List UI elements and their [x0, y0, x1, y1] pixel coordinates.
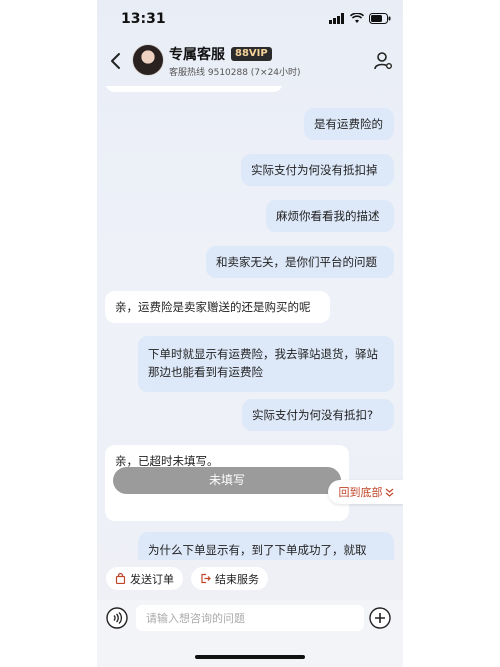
- phone-screen: 13:31 专属客服 88VIP 客服热线 9510288 (7×24小时) 是…: [97, 0, 403, 667]
- message-bubble[interactable]: 实际支付为何没有抵扣掉: [241, 154, 394, 186]
- scroll-to-bottom-button[interactable]: 回到底部: [328, 480, 403, 504]
- message-text: 实际支付为何没有抵扣掉: [251, 163, 378, 177]
- message-list[interactable]: 是有运费险的 实际支付为何没有抵扣掉 麻烦你看看我的描述 和卖家无关，是你们平台…: [97, 86, 403, 560]
- message-bubble[interactable]: 亲，已超时未填写。 未填写: [105, 445, 349, 521]
- send-order-button[interactable]: 发送订单: [106, 567, 183, 590]
- message-text: 实际支付为何没有抵扣?: [252, 408, 374, 422]
- message-text: 和卖家无关，是你们平台的问题: [216, 255, 377, 269]
- unfilled-button[interactable]: 未填写: [113, 467, 341, 494]
- message-bubble[interactable]: 亲，运费险是卖家赠送的还是购买的呢: [105, 291, 330, 323]
- exit-icon: [201, 573, 211, 584]
- end-service-button[interactable]: 结束服务: [191, 567, 268, 590]
- double-chevron-down-icon: [385, 488, 393, 497]
- message-bubble[interactable]: 和卖家无关，是你们平台的问题: [206, 246, 394, 278]
- bag-icon: [115, 573, 126, 584]
- send-order-label: 发送订单: [130, 572, 174, 586]
- quick-actions-bar: 发送订单 结束服务: [97, 560, 403, 600]
- status-bar: 13:31: [97, 0, 403, 38]
- message-bubble[interactable]: 为什么下单显示有，到了下单成功了，就取: [138, 532, 394, 560]
- home-indicator: [195, 655, 305, 659]
- battery-icon: [369, 13, 391, 24]
- scroll-to-bottom-label: 回到底部: [338, 486, 383, 499]
- message-text: 下单时就显示有运费险，我去驿站退货，驿站那边也能看到有运费险: [148, 347, 378, 379]
- profile-settings-icon[interactable]: [373, 51, 393, 71]
- composer: [97, 600, 403, 667]
- message-text: 是有运费险的: [314, 117, 383, 131]
- voice-icon[interactable]: [106, 607, 128, 629]
- chat-header: 专属客服 88VIP 客服热线 9510288 (7×24小时): [97, 38, 403, 86]
- hotline-text: 客服热线 9510288 (7×24小时): [169, 68, 301, 78]
- page-title: 专属客服: [169, 47, 225, 63]
- message-bubble[interactable]: 麻烦你看看我的描述: [266, 200, 394, 232]
- agent-avatar[interactable]: [132, 44, 164, 76]
- message-text: 麻烦你看看我的描述: [276, 209, 380, 223]
- wifi-icon: [350, 13, 364, 23]
- title-row: 专属客服 88VIP: [169, 44, 272, 64]
- message-input[interactable]: [136, 605, 364, 631]
- end-service-label: 结束服务: [215, 572, 259, 586]
- back-icon[interactable]: [107, 52, 125, 70]
- message-bubble[interactable]: 下单时就显示有运费险，我去驿站退货，驿站那边也能看到有运费险: [138, 336, 394, 392]
- message-text: 亲，运费险是卖家赠送的还是购买的呢: [115, 300, 311, 314]
- vip-badge: 88VIP: [231, 47, 272, 61]
- signal-icon: [329, 13, 344, 24]
- message-bubble[interactable]: 实际支付为何没有抵扣?: [242, 399, 394, 431]
- plus-icon[interactable]: [369, 607, 391, 629]
- message-bubble[interactable]: 是有运费险的: [304, 108, 394, 140]
- status-icons: [329, 13, 391, 24]
- message-text: 亲，已超时未填写。: [115, 454, 219, 468]
- partial-bubble: [105, 86, 283, 92]
- status-time: 13:31: [121, 11, 166, 27]
- message-text: 为什么下单显示有，到了下单成功了，就取: [148, 543, 367, 557]
